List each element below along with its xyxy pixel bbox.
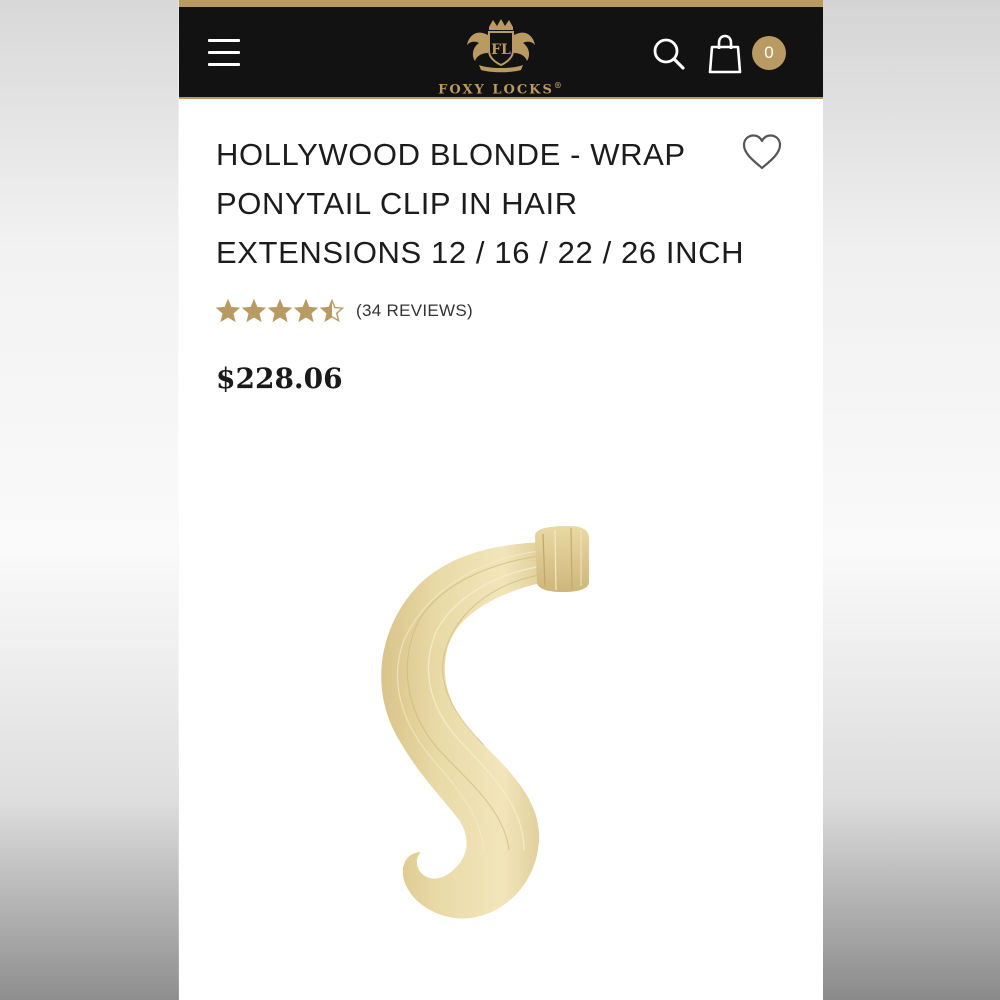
star-icon (242, 299, 266, 323)
monogram-text: FL (491, 42, 511, 58)
product-title: HOLLYWOOD BLONDE - WRAP PONYTAIL CLIP IN… (216, 137, 745, 270)
site-header: FL FOXY LOCKS® 0 (179, 7, 823, 97)
header-divider (179, 97, 823, 99)
star-icon (216, 299, 240, 323)
mobile-page: FL FOXY LOCKS® 0 HOLLYWOOD BLONDE - WRAP… (179, 0, 823, 1000)
cart-button[interactable] (707, 33, 743, 77)
reviews-link[interactable]: (34 REVIEWS) (356, 301, 473, 321)
star-icon (268, 299, 292, 323)
background-left (0, 0, 178, 1000)
trademark-symbol: ® (553, 80, 564, 90)
heart-outline-icon (742, 134, 782, 170)
product-image[interactable] (359, 520, 639, 950)
ponytail-image (381, 526, 589, 919)
search-icon (653, 38, 685, 70)
hamburger-menu-icon (208, 39, 240, 42)
rating-stars (216, 299, 344, 323)
star-icon (320, 299, 344, 323)
brand-name: FOXY LOCKS (438, 82, 554, 98)
search-button[interactable] (649, 35, 689, 75)
product-rating: (34 REVIEWS) (216, 297, 473, 325)
cart-count-badge[interactable]: 0 (752, 36, 786, 70)
star-icon (294, 299, 318, 323)
top-accent-bar (179, 0, 823, 7)
crest-icon: FL (467, 19, 535, 73)
brand-logo[interactable]: FL FOXY LOCKS® (411, 17, 591, 99)
menu-button[interactable] (205, 37, 245, 71)
product-price: $228.06 (216, 362, 343, 395)
background-right (822, 0, 1000, 1000)
wishlist-button[interactable] (741, 133, 783, 171)
shopping-bag-icon (708, 34, 742, 74)
